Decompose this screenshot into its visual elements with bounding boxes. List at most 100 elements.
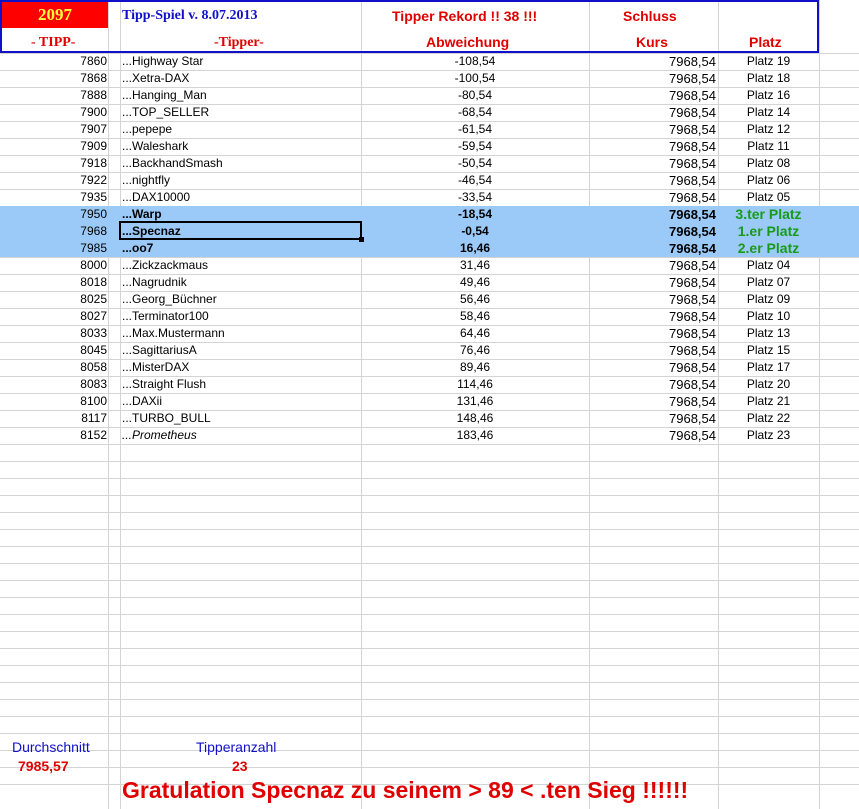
abweichung-cell[interactable]: 16,46 <box>362 240 588 257</box>
fill-handle[interactable] <box>359 237 364 242</box>
title-cell[interactable]: Tipp-Spiel v. 8.07.2013 <box>122 8 258 24</box>
platz-cell[interactable]: Platz 21 <box>719 393 818 410</box>
col-header-abweichung[interactable]: Abweichung <box>426 34 509 50</box>
platz-cell[interactable]: Platz 07 <box>719 274 818 291</box>
abweichung-cell[interactable]: -46,54 <box>362 172 588 189</box>
tipper-name-cell[interactable]: ...BackhandSmash <box>122 155 360 172</box>
table-row[interactable]: 7888 ...Hanging_Man -80,54 7968,54 Platz 16 <box>0 87 859 104</box>
tipp-cell[interactable]: 7907 <box>0 121 107 138</box>
kurs-cell[interactable]: 7968,54 <box>590 410 716 427</box>
abweichung-cell[interactable]: 49,46 <box>362 274 588 291</box>
tipp-cell[interactable]: 8045 <box>0 342 107 359</box>
kurs-cell[interactable]: 7968,54 <box>590 393 716 410</box>
abweichung-cell[interactable]: 89,46 <box>362 359 588 376</box>
platz-cell[interactable]: Platz 10 <box>719 308 818 325</box>
kurs-cell[interactable]: 7968,54 <box>590 257 716 274</box>
abweichung-cell[interactable]: 131,46 <box>362 393 588 410</box>
tipperanzahl-value[interactable]: 23 <box>232 758 248 774</box>
tipp-cell[interactable]: 7868 <box>0 70 107 87</box>
tipper-name-cell[interactable]: ...DAX10000 <box>122 189 360 206</box>
platz-cell[interactable]: 2.er Platz <box>719 240 818 257</box>
kurs-cell[interactable]: 7968,54 <box>590 376 716 393</box>
abweichung-cell[interactable]: 114,46 <box>362 376 588 393</box>
table-row[interactable]: 7922 ...nightfly -46,54 7968,54 Platz 06 <box>0 172 859 189</box>
durchschnitt-label[interactable]: Durchschnitt <box>12 739 90 755</box>
kurs-cell[interactable]: 7968,54 <box>590 342 716 359</box>
platz-cell[interactable]: Platz 04 <box>719 257 818 274</box>
durchschnitt-value[interactable]: 7985,57 <box>18 758 69 774</box>
abweichung-cell[interactable]: -68,54 <box>362 104 588 121</box>
platz-cell[interactable]: Platz 22 <box>719 410 818 427</box>
platz-cell[interactable]: Platz 16 <box>719 87 818 104</box>
platz-cell[interactable]: 3.ter Platz <box>719 206 818 223</box>
table-row[interactable]: 8033 ...Max.Mustermann 64,46 7968,54 Platz 1… <box>0 325 859 342</box>
tipper-name-cell[interactable]: ...Nagrudnik <box>122 274 360 291</box>
platz-cell[interactable]: Platz 19 <box>719 53 818 70</box>
table-row[interactable]: 8083 ...Straight Flush 114,46 7968,54 Platz … <box>0 376 859 393</box>
table-row[interactable]: 7985 ...oo7 16,46 7968,54 2.er Platz <box>0 240 859 257</box>
table-row[interactable]: 7860 ...Highway Star -108,54 7968,54 Platz 1… <box>0 53 859 70</box>
table-row[interactable]: 8100 ...DAXii 131,46 7968,54 Platz 21 <box>0 393 859 410</box>
tipp-cell[interactable]: 8033 <box>0 325 107 342</box>
kurs-cell[interactable]: 7968,54 <box>590 240 716 257</box>
platz-cell[interactable]: Platz 12 <box>719 121 818 138</box>
tipp-cell[interactable]: 7900 <box>0 104 107 121</box>
kurs-cell[interactable]: 7968,54 <box>590 274 716 291</box>
tipp-cell[interactable]: 7909 <box>0 138 107 155</box>
table-row[interactable]: 7900 ...TOP_SELLER -68,54 7968,54 Platz 14 <box>0 104 859 121</box>
tipp-cell[interactable]: 8117 <box>0 410 107 427</box>
table-row[interactable]: 8058 ...MisterDAX 89,46 7968,54 Platz 17 <box>0 359 859 376</box>
platz-cell[interactable]: 1.er Platz <box>719 223 818 240</box>
tipper-name-cell[interactable]: ...Prometheus <box>122 427 360 444</box>
platz-cell[interactable]: Platz 20 <box>719 376 818 393</box>
col-header-tipp[interactable]: - TIPP- <box>31 35 75 51</box>
col-header-tipper[interactable]: -Tipper- <box>214 35 264 51</box>
platz-cell[interactable]: Platz 15 <box>719 342 818 359</box>
tipper-name-cell[interactable]: ...oo7 <box>122 240 360 257</box>
abweichung-cell[interactable]: 148,46 <box>362 410 588 427</box>
abweichung-cell[interactable]: -61,54 <box>362 121 588 138</box>
tipp-cell[interactable]: 7935 <box>0 189 107 206</box>
platz-cell[interactable]: Platz 23 <box>719 427 818 444</box>
tipper-name-cell[interactable]: ...TOP_SELLER <box>122 104 360 121</box>
kurs-cell[interactable]: 7968,54 <box>590 325 716 342</box>
kurs-cell[interactable]: 7968,54 <box>590 121 716 138</box>
table-row[interactable]: 7907 ...pepepe -61,54 7968,54 Platz 12 <box>0 121 859 138</box>
kurs-cell[interactable]: 7968,54 <box>590 223 716 240</box>
tipp-cell[interactable]: 8027 <box>0 308 107 325</box>
table-row[interactable]: 8045 ...SagittariusA 76,46 7968,54 Platz 15 <box>0 342 859 359</box>
table-row[interactable]: 8018 ...Nagrudnik 49,46 7968,54 Platz 07 <box>0 274 859 291</box>
kurs-cell[interactable]: 7968,54 <box>590 87 716 104</box>
tipper-name-cell[interactable]: ...Waleshark <box>122 138 360 155</box>
kurs-cell[interactable]: 7968,54 <box>590 189 716 206</box>
table-row[interactable]: 8117 ...TURBO_BULL 148,46 7968,54 Platz 22 <box>0 410 859 427</box>
tipp-cell[interactable]: 7985 <box>0 240 107 257</box>
gratulation-banner[interactable]: Gratulation Specnaz zu seinem > 89 < .te… <box>122 777 688 804</box>
tipper-name-cell[interactable]: ...Zickzackmaus <box>122 257 360 274</box>
tipper-name-cell[interactable]: ...nightfly <box>122 172 360 189</box>
tipper-name-cell[interactable]: ...Georg_Büchner <box>122 291 360 308</box>
tipp-cell[interactable]: 7888 <box>0 87 107 104</box>
abweichung-cell[interactable]: -0,54 <box>362 223 588 240</box>
tipper-name-cell[interactable]: ...DAXii <box>122 393 360 410</box>
abweichung-cell[interactable]: 31,46 <box>362 257 588 274</box>
kurs-cell[interactable]: 7968,54 <box>590 359 716 376</box>
abweichung-cell[interactable]: 58,46 <box>362 308 588 325</box>
abweichung-cell[interactable]: -33,54 <box>362 189 588 206</box>
table-row[interactable]: 8027 ...Terminator100 58,46 7968,54 Platz 10 <box>0 308 859 325</box>
kurs-cell[interactable]: 7968,54 <box>590 70 716 87</box>
tipp-cell[interactable]: 7922 <box>0 172 107 189</box>
tipper-name-cell[interactable]: ...TURBO_BULL <box>122 410 360 427</box>
tipp-cell[interactable]: 8025 <box>0 291 107 308</box>
abweichung-cell[interactable]: -59,54 <box>362 138 588 155</box>
tipp-cell[interactable]: 8018 <box>0 274 107 291</box>
kurs-cell[interactable]: 7968,54 <box>590 53 716 70</box>
kurs-cell[interactable]: 7968,54 <box>590 206 716 223</box>
abweichung-cell[interactable]: -50,54 <box>362 155 588 172</box>
tipp-cell[interactable]: 7968 <box>0 223 107 240</box>
platz-cell[interactable]: Platz 06 <box>719 172 818 189</box>
tipper-name-cell[interactable]: ...Straight Flush <box>122 376 360 393</box>
table-row[interactable]: 7909 ...Waleshark -59,54 7968,54 Platz 11 <box>0 138 859 155</box>
tipp-cell[interactable]: 8058 <box>0 359 107 376</box>
tipper-name-cell[interactable]: ...MisterDAX <box>122 359 360 376</box>
